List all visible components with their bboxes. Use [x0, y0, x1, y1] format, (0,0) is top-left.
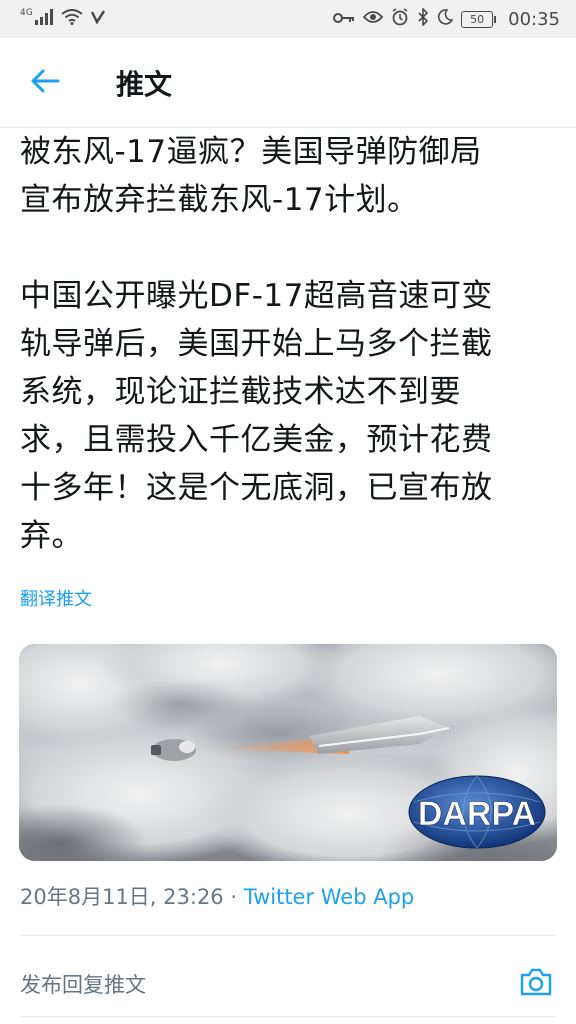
status-bar: 4G 50 00:35	[0, 0, 576, 38]
divider	[20, 1016, 556, 1017]
tweet-meta: 20年8月11日, 23:26 · Twitter Web App	[20, 881, 414, 911]
alarm-icon	[391, 7, 409, 31]
reply-bar: 发布回复推文	[0, 944, 576, 1024]
camera-icon	[519, 967, 553, 1001]
v-icon	[90, 9, 105, 29]
eye-icon	[362, 9, 384, 29]
reply-input[interactable]: 发布回复推文	[20, 969, 146, 999]
tweet-line: 系统，现论证拦截技术达不到要	[20, 374, 461, 410]
status-left: 4G	[20, 7, 105, 30]
back-button[interactable]	[0, 38, 90, 128]
tweet-line: 弃。	[20, 518, 83, 554]
tweet-media-image[interactable]: DARPA	[19, 644, 557, 861]
camera-button[interactable]	[516, 964, 556, 1004]
back-arrow-icon	[30, 68, 60, 98]
tweet-line: 被东风-17逼疯？美国导弹防御局	[20, 134, 482, 170]
network-type: 4G	[20, 7, 33, 18]
tweet-line: 十多年！这是个无底洞，已宣布放	[20, 470, 493, 506]
translate-tweet-link[interactable]: 翻译推文	[20, 585, 92, 611]
battery-level: 50	[461, 10, 494, 28]
bluetooth-icon	[417, 6, 429, 31]
page-title: 推文	[116, 67, 173, 101]
wifi-icon	[61, 8, 83, 30]
source-app-link[interactable]: Twitter Web App	[244, 885, 415, 909]
clock: 00:35	[508, 8, 560, 30]
tweet-line: 轨导弹后，美国开始上马多个拦截	[20, 326, 493, 362]
key-icon	[333, 9, 355, 29]
top-app-bar: 推文	[0, 38, 576, 128]
battery-icon: 50	[461, 10, 497, 28]
tweet-text: 被东风-17逼疯？美国导弹防御局 宣布放弃拦截东风-17计划。 中国公开曝光DF…	[20, 128, 560, 560]
status-right: 50 00:35	[333, 6, 560, 31]
tweet-timestamp: 20年8月11日, 23:26	[20, 885, 224, 909]
meta-separator: ·	[223, 885, 244, 909]
darpa-logo-text: DARPA	[418, 795, 536, 833]
tweet-line: 宣布放弃拦截东风-17计划。	[20, 182, 419, 218]
signal-icon	[34, 8, 53, 30]
darpa-logo: DARPA	[408, 775, 546, 849]
divider	[20, 935, 556, 936]
moon-icon	[437, 8, 454, 30]
tweet-line: 求，且需投入千亿美金，预计花费	[20, 422, 493, 458]
tweet-line: 中国公开曝光DF-17超高音速可变	[20, 278, 493, 314]
